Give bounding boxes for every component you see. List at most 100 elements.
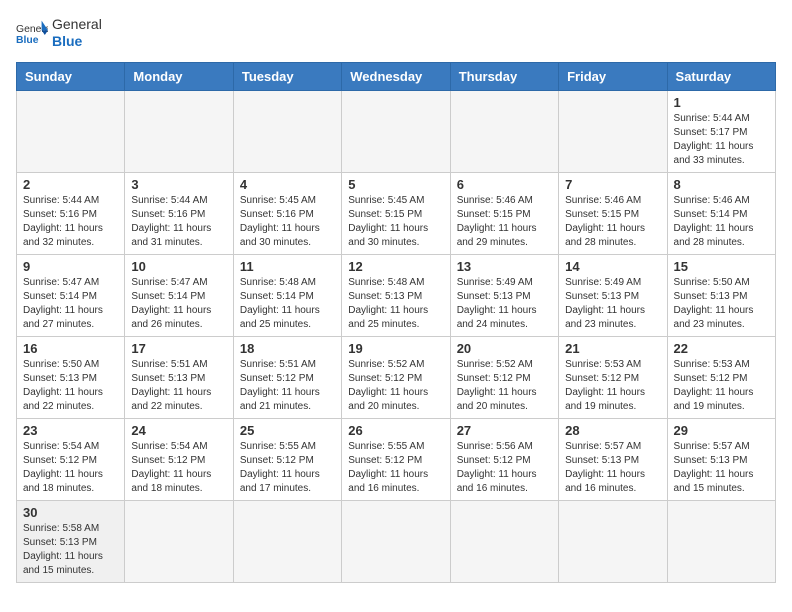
day-number: 26 (348, 423, 443, 438)
day-number: 10 (131, 259, 226, 274)
day-info: Sunrise: 5:44 AM Sunset: 5:16 PM Dayligh… (23, 194, 118, 250)
day-number: 20 (457, 341, 552, 356)
calendar-cell: 11Sunrise: 5:48 AM Sunset: 5:14 PM Dayli… (233, 254, 341, 336)
calendar-cell: 7 Sunrise: 5:46 AM Sunset: 5:15 PM Daylig… (559, 172, 667, 254)
calendar-cell (450, 500, 558, 582)
weekday-header-tuesday: Tuesday (233, 62, 341, 90)
logo-general-text: General (52, 16, 102, 33)
day-info: Sunrise: 5:45 AM Sunset: 5:15 PM Dayligh… (348, 194, 443, 250)
week-row: 23Sunrise: 5:54 AM Sunset: 5:12 PM Dayli… (17, 418, 776, 500)
calendar-cell (342, 90, 450, 172)
calendar-cell (233, 90, 341, 172)
day-info: Sunrise: 5:51 AM Sunset: 5:12 PM Dayligh… (240, 358, 335, 414)
day-number: 16 (23, 341, 118, 356)
calendar-cell: 24 Sunrise: 5:54 AM Sunset: 5:12 PM Dayli… (125, 418, 233, 500)
calendar-cell (667, 500, 775, 582)
day-number: 21 (565, 341, 660, 356)
calendar-cell: 26 Sunrise: 5:55 AM Sunset: 5:12 PM Dayli… (342, 418, 450, 500)
calendar-cell: 8 Sunrise: 5:46 AM Sunset: 5:14 PM Daylig… (667, 172, 775, 254)
calendar-cell: 1Sunrise: 5:44 AM Sunset: 5:17 PM Daylig… (667, 90, 775, 172)
calendar-cell: 18 Sunrise: 5:51 AM Sunset: 5:12 PM Dayli… (233, 336, 341, 418)
calendar-cell: 2 Sunrise: 5:44 AM Sunset: 5:16 PM Daylig… (17, 172, 125, 254)
calendar-cell: 27Sunrise: 5:56 AM Sunset: 5:12 PM Dayli… (450, 418, 558, 500)
day-info: Sunrise: 5:57 AM Sunset: 5:13 PM Dayligh… (674, 440, 769, 496)
calendar-cell (125, 500, 233, 582)
day-info: Sunrise: 5:49 AM Sunset: 5:13 PM Dayligh… (457, 276, 552, 332)
calendar-cell: 22Sunrise: 5:53 AM Sunset: 5:12 PM Dayli… (667, 336, 775, 418)
day-info: Sunrise: 5:46 AM Sunset: 5:14 PM Dayligh… (674, 194, 769, 250)
day-number: 7 (565, 177, 660, 192)
week-row: 1Sunrise: 5:44 AM Sunset: 5:17 PM Daylig… (17, 90, 776, 172)
weekday-header-monday: Monday (125, 62, 233, 90)
calendar-cell: 15 Sunrise: 5:50 AM Sunset: 5:13 PM Dayli… (667, 254, 775, 336)
weekday-header-thursday: Thursday (450, 62, 558, 90)
day-info: Sunrise: 5:53 AM Sunset: 5:12 PM Dayligh… (565, 358, 660, 414)
calendar-cell: 23Sunrise: 5:54 AM Sunset: 5:12 PM Dayli… (17, 418, 125, 500)
calendar-cell (559, 500, 667, 582)
calendar-cell: 3 Sunrise: 5:44 AM Sunset: 5:16 PM Daylig… (125, 172, 233, 254)
day-number: 8 (674, 177, 769, 192)
day-number: 12 (348, 259, 443, 274)
day-info: Sunrise: 5:53 AM Sunset: 5:12 PM Dayligh… (674, 358, 769, 414)
day-number: 30 (23, 505, 118, 520)
calendar-cell: 20 Sunrise: 5:52 AM Sunset: 5:12 PM Dayli… (450, 336, 558, 418)
calendar-body: 1Sunrise: 5:44 AM Sunset: 5:17 PM Daylig… (17, 90, 776, 582)
day-number: 17 (131, 341, 226, 356)
day-info: Sunrise: 5:50 AM Sunset: 5:13 PM Dayligh… (674, 276, 769, 332)
svg-text:Blue: Blue (16, 35, 39, 46)
day-info: Sunrise: 5:48 AM Sunset: 5:14 PM Dayligh… (240, 276, 335, 332)
calendar-cell: 5Sunrise: 5:45 AM Sunset: 5:15 PM Daylig… (342, 172, 450, 254)
calendar-cell: 25Sunrise: 5:55 AM Sunset: 5:12 PM Dayli… (233, 418, 341, 500)
calendar-header: SundayMondayTuesdayWednesdayThursdayFrid… (17, 62, 776, 90)
day-info: Sunrise: 5:48 AM Sunset: 5:13 PM Dayligh… (348, 276, 443, 332)
day-number: 29 (674, 423, 769, 438)
day-info: Sunrise: 5:52 AM Sunset: 5:12 PM Dayligh… (457, 358, 552, 414)
week-row: 2 Sunrise: 5:44 AM Sunset: 5:16 PM Daylig… (17, 172, 776, 254)
weekday-header-sunday: Sunday (17, 62, 125, 90)
day-info: Sunrise: 5:54 AM Sunset: 5:12 PM Dayligh… (23, 440, 118, 496)
calendar-cell: 13Sunrise: 5:49 AM Sunset: 5:13 PM Dayli… (450, 254, 558, 336)
weekday-header-wednesday: Wednesday (342, 62, 450, 90)
day-info: Sunrise: 5:50 AM Sunset: 5:13 PM Dayligh… (23, 358, 118, 414)
calendar-cell: 10 Sunrise: 5:47 AM Sunset: 5:14 PM Dayli… (125, 254, 233, 336)
day-number: 15 (674, 259, 769, 274)
day-number: 14 (565, 259, 660, 274)
day-number: 18 (240, 341, 335, 356)
day-info: Sunrise: 5:44 AM Sunset: 5:17 PM Dayligh… (674, 112, 769, 168)
day-number: 9 (23, 259, 118, 274)
day-info: Sunrise: 5:54 AM Sunset: 5:12 PM Dayligh… (131, 440, 226, 496)
calendar-cell: 4 Sunrise: 5:45 AM Sunset: 5:16 PM Daylig… (233, 172, 341, 254)
day-info: Sunrise: 5:55 AM Sunset: 5:12 PM Dayligh… (348, 440, 443, 496)
calendar-cell: 6Sunrise: 5:46 AM Sunset: 5:15 PM Daylig… (450, 172, 558, 254)
calendar-cell: 14Sunrise: 5:49 AM Sunset: 5:13 PM Dayli… (559, 254, 667, 336)
day-info: Sunrise: 5:44 AM Sunset: 5:16 PM Dayligh… (131, 194, 226, 250)
day-number: 28 (565, 423, 660, 438)
day-info: Sunrise: 5:46 AM Sunset: 5:15 PM Dayligh… (565, 194, 660, 250)
week-row: 16 Sunrise: 5:50 AM Sunset: 5:13 PM Dayli… (17, 336, 776, 418)
logo-icon: General Blue (16, 19, 48, 47)
day-number: 24 (131, 423, 226, 438)
calendar-cell: 21 Sunrise: 5:53 AM Sunset: 5:12 PM Dayli… (559, 336, 667, 418)
calendar-cell: 29 Sunrise: 5:57 AM Sunset: 5:13 PM Dayli… (667, 418, 775, 500)
day-number: 3 (131, 177, 226, 192)
day-info: Sunrise: 5:47 AM Sunset: 5:14 PM Dayligh… (131, 276, 226, 332)
week-row: 9 Sunrise: 5:47 AM Sunset: 5:14 PM Daylig… (17, 254, 776, 336)
day-number: 4 (240, 177, 335, 192)
calendar-cell (233, 500, 341, 582)
day-info: Sunrise: 5:56 AM Sunset: 5:12 PM Dayligh… (457, 440, 552, 496)
calendar-cell (125, 90, 233, 172)
weekday-header-saturday: Saturday (667, 62, 775, 90)
calendar-cell (342, 500, 450, 582)
logo-blue-text: Blue (52, 33, 102, 50)
day-number: 25 (240, 423, 335, 438)
day-number: 19 (348, 341, 443, 356)
day-number: 2 (23, 177, 118, 192)
calendar-cell: 28Sunrise: 5:57 AM Sunset: 5:13 PM Dayli… (559, 418, 667, 500)
logo: General Blue General Blue (16, 16, 102, 50)
header: General Blue General Blue (16, 16, 776, 50)
calendar-cell (17, 90, 125, 172)
calendar-cell (559, 90, 667, 172)
calendar-cell: 9Sunrise: 5:47 AM Sunset: 5:14 PM Daylig… (17, 254, 125, 336)
day-info: Sunrise: 5:45 AM Sunset: 5:16 PM Dayligh… (240, 194, 335, 250)
calendar-cell (450, 90, 558, 172)
